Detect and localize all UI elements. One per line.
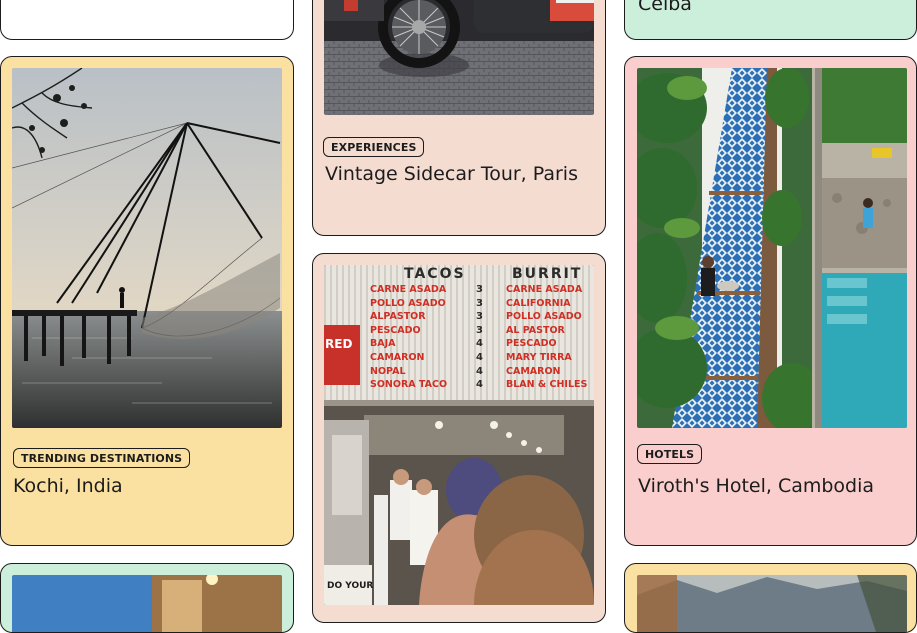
menu-item: SONORA TACO (370, 379, 448, 391)
menu-item: CARNE ASADA (370, 284, 447, 295)
category-badge: EXPERIENCES (323, 137, 425, 157)
menu-item: CARNE ASADA (506, 284, 583, 295)
menu-item-list: CARNE ASADA POLLO ASADO ALPASTOR PESCADO… (370, 283, 470, 392)
category-badge: TRENDING DESTINATIONS (13, 448, 191, 468)
card-title: Ceiba (638, 0, 692, 15)
menu-item: CAMARON (506, 365, 561, 377)
menu-item: PESCADO (370, 324, 421, 336)
card-viroths-hotel[interactable]: HOTELS Viroth's Hotel, Cambodia (624, 56, 917, 546)
menu-column-header: TACOS (404, 266, 466, 282)
sunset-building-photo (12, 575, 282, 632)
hotel-pool-walkway-photo (637, 68, 907, 428)
menu-item: CAMARON (370, 351, 425, 363)
menu-item: CALIFORNIA (506, 297, 571, 309)
menu-item: POLLO ASADO (506, 311, 582, 323)
menu-item: ALPASTOR (370, 311, 426, 323)
menu-price: 4 (476, 351, 483, 363)
card-ceiba[interactable]: Ceiba (624, 0, 917, 40)
card-bottom-left[interactable] (0, 563, 294, 633)
menu-price: 4 (476, 365, 483, 377)
card-bottom-right[interactable] (624, 563, 917, 633)
menu-item: MARY TIRRA (506, 351, 572, 363)
card-title: Vintage Sidecar Tour, Paris (325, 163, 578, 185)
card-title: Kochi, India (13, 475, 123, 497)
menu-item-list: CARNE ASADA CALIFORNIA POLLO ASADO AL PA… (506, 283, 594, 392)
category-badge: HOTELS (637, 444, 703, 464)
card-kochi[interactable]: TRENDING DESTINATIONS Kochi, India (0, 56, 294, 546)
menu-board: TACOS BURRIT CARNE ASADA POLLO ASADO ALP… (324, 265, 594, 400)
menu-item: POLLO ASADO (370, 297, 446, 309)
menu-price: 4 (476, 379, 483, 391)
menu-item: AL PASTOR (506, 324, 565, 336)
menu-price: 3 (476, 297, 483, 309)
card-title: Viroth's Hotel, Cambodia (638, 475, 875, 497)
menu-price: 3 (476, 284, 483, 295)
menu-item: BAJA (370, 338, 396, 350)
menu-column-header: BURRIT (512, 266, 583, 282)
side-sign-text: RED (325, 337, 353, 351)
bottom-sign-text: DO YOUR (327, 581, 374, 591)
card-sidecar-tour[interactable]: EXPERIENCES Vintage Sidecar Tour, Paris (312, 0, 606, 236)
mountain-sky-photo (637, 575, 907, 632)
menu-price: 3 (476, 324, 483, 336)
menu-price-list: 3 3 3 3 4 4 4 4 (476, 283, 483, 392)
menu-price: 4 (476, 338, 483, 350)
menu-item: NOPAL (370, 365, 406, 377)
card-top-left[interactable] (0, 0, 294, 40)
menu-price: 3 (476, 311, 483, 323)
sidecar-motorcycle-photo (324, 0, 594, 115)
menu-item: PESCADO (506, 338, 557, 350)
menu-item: BLAN & CHILES (506, 379, 588, 391)
card-taco-shop[interactable]: TACOS BURRIT CARNE ASADA POLLO ASADO ALP… (312, 253, 606, 623)
chinese-fishing-nets-photo (12, 68, 282, 428)
